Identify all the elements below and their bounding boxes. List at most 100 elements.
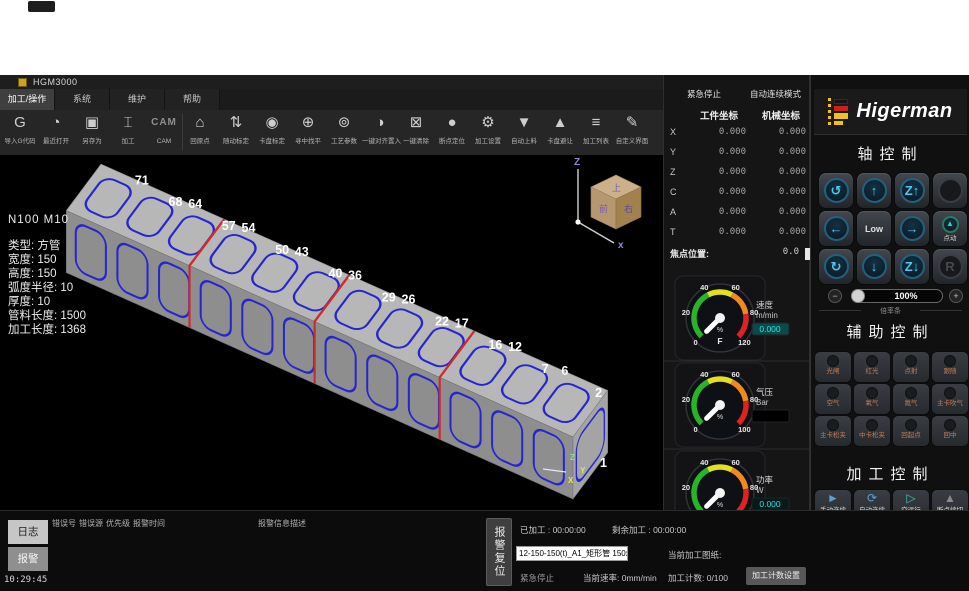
gauge-pressure: 020406080100%气压Bar — [675, 363, 789, 447]
window-title: HGM3000 — [33, 77, 78, 87]
jog-left-button[interactable]: ← — [819, 211, 853, 246]
tab-alarm[interactable]: 报警 — [8, 547, 48, 571]
toolbar-item-10[interactable]: ◑一键对齐置入 — [362, 112, 398, 154]
auto-run-icon: ⟳ — [867, 491, 877, 506]
toolbar-item-7[interactable]: ◉卡盘标定 — [254, 112, 290, 154]
rate-slider-knob[interactable] — [851, 289, 865, 303]
svg-text:2: 2 — [595, 386, 602, 400]
svg-text:60: 60 — [732, 370, 740, 379]
count-settings-button[interactable]: 加工计数设置 — [746, 567, 806, 585]
tab-log[interactable]: 日志 — [8, 520, 48, 544]
tube-parameter: 加工长度: 1368 — [8, 323, 86, 337]
svg-text:%: % — [717, 502, 723, 509]
svg-text:29: 29 — [382, 291, 396, 305]
jog-rotate-cw-button[interactable]: ↻ — [819, 249, 853, 284]
rate-decrease-button[interactable]: − — [828, 289, 842, 303]
program-line: N100 M10 — [8, 213, 86, 227]
toolbar-item-label: CAM — [146, 138, 182, 146]
jog-z-minus-button[interactable]: Z↓ — [895, 249, 929, 284]
toolbar-item-17[interactable]: ✎自定义界面 — [614, 112, 650, 154]
aux-button-3[interactable]: 跟随 — [932, 352, 968, 382]
rate-bar-label: 倍率条 — [811, 306, 969, 316]
brand-name: Higerman — [856, 100, 952, 123]
svg-text:40: 40 — [329, 267, 343, 281]
toolbar-item-3[interactable]: ⌶加工 — [110, 112, 146, 154]
aux-button-4[interactable]: 空气 — [815, 384, 851, 414]
clock: 10:29:45 — [4, 575, 47, 585]
toolbar-item-11[interactable]: ⊠一键清除 — [398, 112, 434, 154]
aux-button-10[interactable]: 回起点 — [893, 416, 929, 446]
aux-button-7[interactable]: 主卡吹气 — [932, 384, 968, 414]
current-file-field[interactable]: 12-150-150(t)_A1_矩形管 150x15 — [516, 546, 628, 561]
aux-button-0[interactable]: 光闸 — [815, 352, 851, 382]
rate-slider[interactable]: 100% — [851, 289, 943, 303]
jog-z-plus-button[interactable]: Z↑ — [895, 173, 929, 208]
jog-rotate-ccw-button[interactable]: ↺ — [819, 173, 853, 208]
svg-text:40: 40 — [700, 370, 708, 379]
indicator-lamp-icon — [866, 387, 878, 399]
menu-tab-1[interactable]: 系统 — [55, 89, 110, 110]
toolbar-item-1[interactable]: ◔最近打开 — [38, 112, 74, 154]
aux-button-5[interactable]: 氧气 — [854, 384, 890, 414]
disabled-icon: R — [938, 254, 963, 279]
axis-control-header: 轴控制 — [811, 143, 969, 164]
axis-work-value: 0.000 — [719, 227, 746, 237]
toolbar-item-15[interactable]: ▲卡盘避让 — [542, 112, 578, 154]
toolbar-item-16[interactable]: ≡加工列表 — [578, 112, 614, 154]
aux-button-label: 空气 — [827, 400, 840, 408]
svg-text:26: 26 — [402, 292, 416, 306]
axis-row-z: Z0.0000.000 — [664, 167, 811, 187]
jog-down-button[interactable]: ↓ — [857, 249, 891, 284]
jog-step-button[interactable]: ▲点动 — [933, 211, 967, 246]
menu-tab-0[interactable]: 加工/操作 — [0, 89, 55, 110]
toolbar-item-4[interactable]: CAMCAM — [146, 112, 182, 154]
toolbar-item-12[interactable]: ●断点定位 — [434, 112, 470, 154]
toolbar-item-9[interactable]: ⊚工艺参数 — [326, 112, 362, 154]
svg-text:40: 40 — [700, 458, 708, 467]
toolbar-item-14[interactable]: ▼自动上料 — [506, 112, 542, 154]
menu-tab-3[interactable]: 帮助 — [165, 89, 220, 110]
app-window: HGM3000 — □ ✕ 加工/操作系统维护帮助 G导入G代码◔最近打开▣另存… — [0, 75, 969, 591]
aux-button-11[interactable]: 回中 — [932, 416, 968, 446]
toolbar-item-8[interactable]: ⊕寻中找平 — [290, 112, 326, 154]
toolbar-item-13[interactable]: ⚙加工设置 — [470, 112, 506, 154]
tube-3d-render[interactable]: 7168645754504340362926221716127621ZYXZx上… — [0, 155, 663, 510]
svg-text:54: 54 — [242, 221, 256, 235]
aux-button-2[interactable]: 点射 — [893, 352, 929, 382]
jog-low-label: Low — [865, 224, 883, 234]
jog-right-button[interactable]: → — [895, 211, 929, 246]
rate-value: 100% — [876, 291, 936, 301]
manual-run-icon: ► — [827, 491, 839, 506]
viewport-3d[interactable]: 7168645754504340362926221716127621ZYXZx上… — [0, 155, 663, 510]
svg-text:40: 40 — [700, 283, 708, 292]
svg-text:%: % — [717, 327, 723, 334]
jog-arrow-icon: Z↓ — [900, 254, 925, 279]
menu-tab-2[interactable]: 维护 — [110, 89, 165, 110]
toolbar-item-5[interactable]: ⌂回原点 — [182, 112, 218, 154]
aux-button-9[interactable]: 中卡松夹 — [854, 416, 890, 446]
orientation-cube[interactable]: Zx上前右 — [574, 157, 641, 251]
aux-button-6[interactable]: 氮气 — [893, 384, 929, 414]
alarm-reset-button[interactable]: 报警复位 — [486, 518, 512, 586]
aux-button-label: 氮气 — [905, 400, 918, 408]
aux-button-8[interactable]: 主卡松夹 — [815, 416, 851, 446]
toolbar-item-0[interactable]: G导入G代码 — [2, 112, 38, 154]
speed-text: 当前速率: 0mm/min — [583, 572, 657, 584]
tube-parameter: 类型: 方管 — [8, 239, 86, 253]
toolbar-separator — [182, 114, 183, 150]
rate-increase-button[interactable]: + — [949, 289, 963, 303]
jog-low-button[interactable]: Low — [857, 211, 891, 246]
jog-disabled-button-2[interactable]: R — [933, 249, 967, 284]
jog-disabled-button-1[interactable] — [933, 173, 967, 208]
clear-x-icon: ⊠ — [398, 112, 434, 134]
aux-button-1[interactable]: 红光 — [854, 352, 890, 382]
step-icon: ▲ — [942, 216, 959, 233]
align-pie-icon: ◑ — [362, 112, 398, 134]
toolbar-item-2[interactable]: ▣另存为 — [74, 112, 110, 154]
aux-control-header: 辅助控制 — [811, 321, 969, 342]
focus-position-value: 0.0 — [783, 247, 799, 257]
svg-text:71: 71 — [135, 173, 149, 187]
toolbar-item-6[interactable]: ⇅随动标定 — [218, 112, 254, 154]
jog-arrow-icon: ↑ — [862, 178, 887, 203]
jog-up-button[interactable]: ↑ — [857, 173, 891, 208]
